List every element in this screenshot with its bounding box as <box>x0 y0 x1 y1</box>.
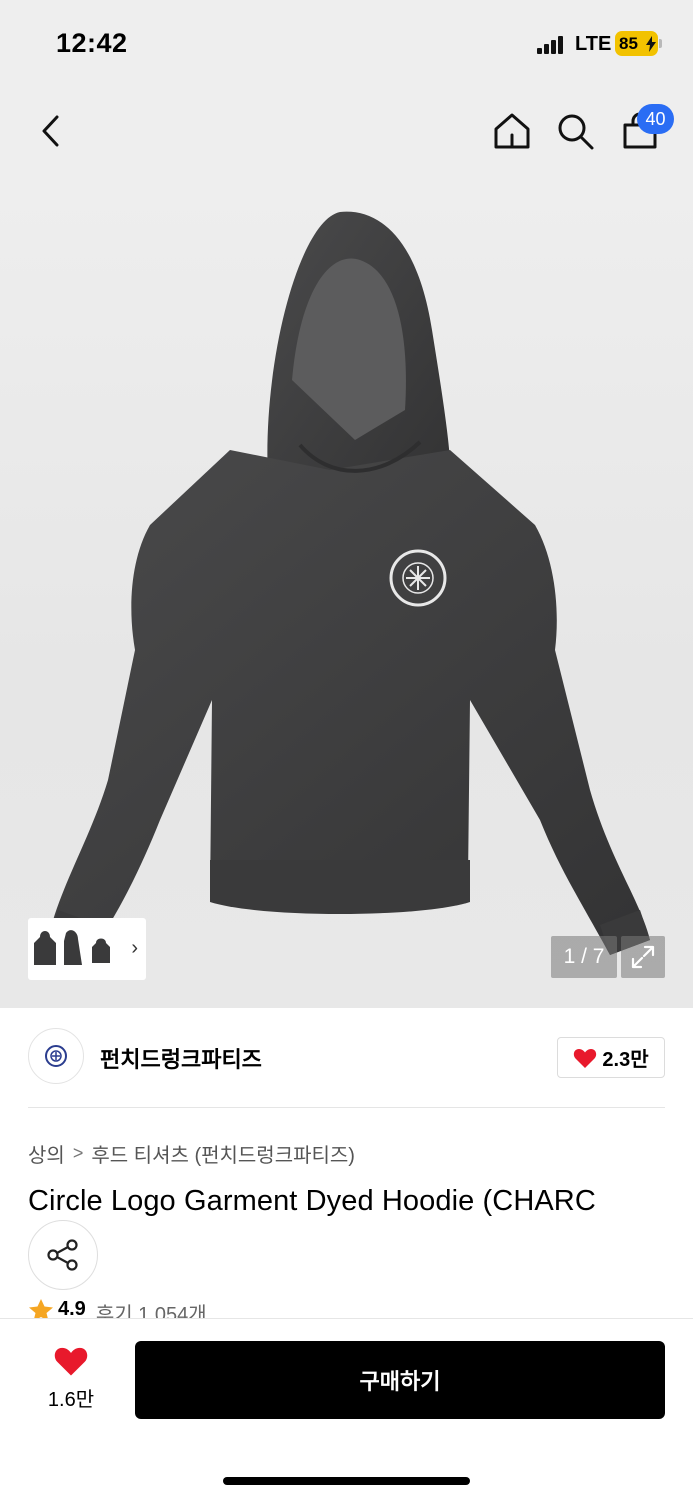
thumbnail-front <box>34 931 56 965</box>
back-chevron-icon <box>42 115 59 147</box>
charging-bolt-icon <box>646 36 656 52</box>
chevron-right-icon: > <box>72 1143 84 1163</box>
battery-level: 85 <box>619 34 638 53</box>
image-page-counter: 1 / 7 <box>551 936 617 978</box>
heart-icon <box>54 1347 88 1376</box>
divider <box>28 1107 665 1108</box>
rating-score: 4.9 <box>58 1298 86 1318</box>
chevron-right-icon: › <box>131 937 138 959</box>
search-button[interactable] <box>552 108 598 154</box>
cart-count-badge: 40 <box>637 104 674 134</box>
brand-like-count: 2.3만 <box>602 1049 649 1071</box>
home-button[interactable] <box>489 108 535 154</box>
review-count[interactable]: 후기 1,054개 <box>96 1298 207 1318</box>
product-image[interactable] <box>0 180 693 1008</box>
breadcrumb-category[interactable]: 상의 <box>28 1139 65 1168</box>
network-type: LTE <box>575 33 612 55</box>
thumbnail-strip[interactable]: › <box>28 918 146 980</box>
battery-tip <box>659 39 662 48</box>
thumbnail-back <box>92 938 110 963</box>
expand-button[interactable] <box>621 936 665 978</box>
home-indicator <box>223 1477 470 1485</box>
home-icon <box>494 113 530 149</box>
star-icon <box>29 1299 53 1318</box>
heart-icon <box>574 1048 597 1068</box>
search-icon <box>558 114 594 150</box>
brand-logo-icon <box>45 1045 67 1067</box>
rating-row: 4.9 후기 1,054개 <box>28 1298 207 1318</box>
hoodie-image <box>48 211 650 955</box>
brand-name[interactable]: 펀치드렁크파티즈 <box>100 1042 262 1074</box>
brand-row: 펀치드렁크파티즈 2.3만 <box>28 1028 665 1088</box>
bottom-action-bar: 1.6만 구매하기 <box>0 1318 693 1500</box>
expand-icon <box>631 945 655 969</box>
top-nav <box>0 90 693 180</box>
back-button[interactable] <box>28 108 74 154</box>
battery-icon: 85 <box>615 31 658 56</box>
brand-logo[interactable] <box>28 1028 84 1084</box>
buy-button[interactable]: 구매하기 <box>135 1341 665 1419</box>
share-button[interactable] <box>28 1220 98 1290</box>
thumbnail-side <box>64 930 82 965</box>
product-title: Circle Logo Garment Dyed Hoodie (CHARC <box>28 1185 596 1217</box>
product-like-count: 1.6만 <box>47 1389 95 1411</box>
status-bar: 12:42 LTE 85 <box>0 0 693 90</box>
product-like-button[interactable]: 1.6만 <box>40 1345 102 1415</box>
brand-like-button[interactable]: 2.3만 <box>557 1037 665 1078</box>
share-icon <box>47 1239 78 1271</box>
breadcrumb-subcategory[interactable]: 후드 티셔츠 (펀치드렁크파티즈) <box>91 1139 355 1168</box>
breadcrumb: 상의 > 후드 티셔츠 (펀치드렁크파티즈) <box>28 1139 355 1168</box>
status-time: 12:42 <box>56 28 128 58</box>
signal-icon <box>537 36 565 54</box>
